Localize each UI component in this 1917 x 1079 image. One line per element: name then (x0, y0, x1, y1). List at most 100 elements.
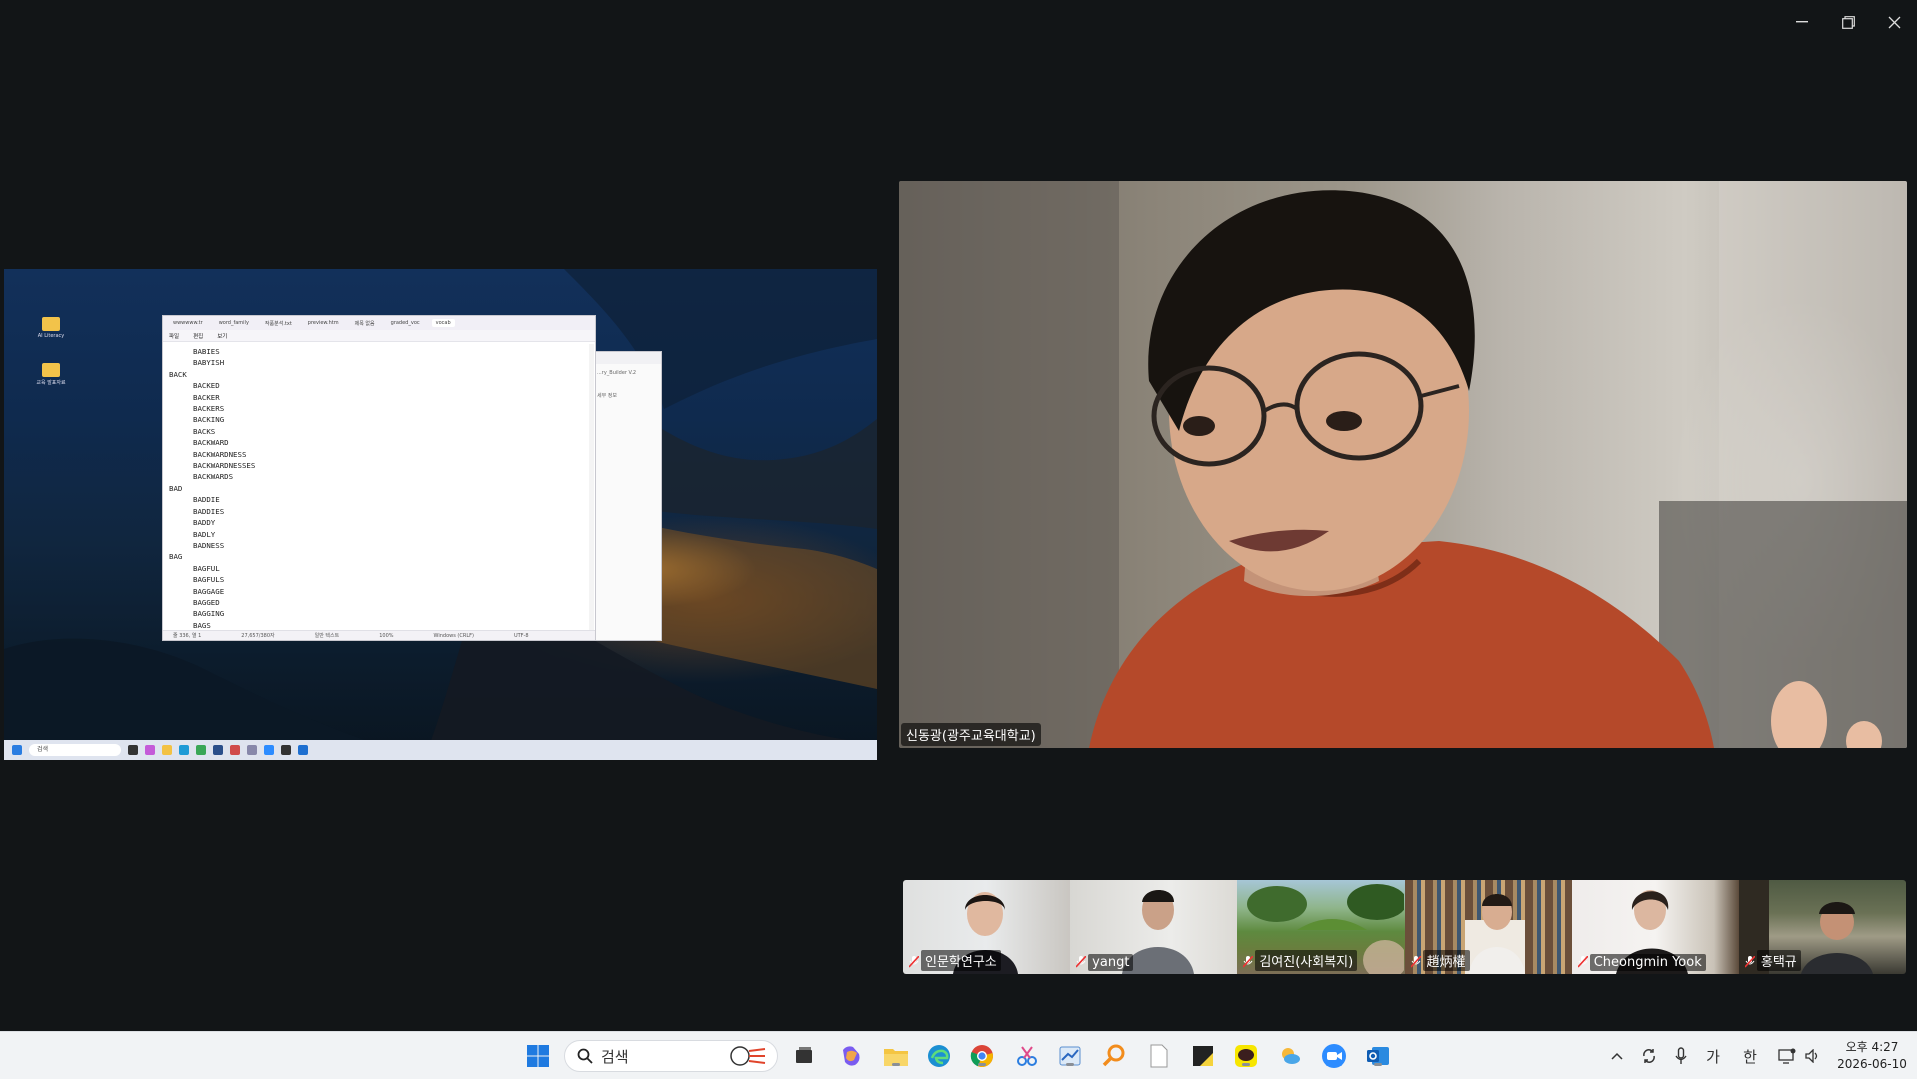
notepad-statusbar: 줄 336, 열 1 27,657/380자 일반 텍스트 100% Windo… (163, 630, 595, 640)
notepad-line: BACKING (193, 415, 225, 425)
participant-tile[interactable]: yangt (1070, 880, 1238, 974)
kakaotalk-button[interactable] (1232, 1042, 1260, 1070)
background-window[interactable]: ...ry_Builder V.2 세부 정보 (592, 351, 662, 641)
notepad-line: BABIES (193, 347, 220, 356)
notepad-tab[interactable]: 제목 없음 (351, 319, 379, 328)
muted-mic-icon (1744, 956, 1755, 968)
zoom-button[interactable] (1320, 1042, 1348, 1070)
taskbar-search-box[interactable]: 검색 (564, 1040, 778, 1072)
task-view-icon (128, 745, 138, 755)
notepad-line: BAGFUL (193, 563, 220, 573)
copilot-icon (843, 1046, 860, 1066)
window-title: ...ry_Builder V.2 (597, 370, 637, 376)
start-button[interactable] (524, 1042, 552, 1070)
notepad-text-area[interactable]: BABIES BABYISH BACK BACKED BACKER BACKERS BACK… (163, 344, 587, 630)
outlook-button[interactable] (1364, 1042, 1392, 1070)
blank-document-icon (1150, 1044, 1168, 1068)
copilot-icon (145, 745, 155, 755)
menu-edit[interactable]: 편집 (193, 332, 203, 340)
file-explorer-button[interactable] (882, 1042, 910, 1070)
notepad-tab[interactable]: graded_voc (387, 319, 424, 327)
network-button[interactable] (1774, 1032, 1800, 1079)
windows-taskbar: 검색 가 한 오후 4:27 2026-06-10 (0, 1031, 1917, 1079)
magnifier-app-icon (1102, 1044, 1125, 1067)
ime-mode-button[interactable]: 가 (1700, 1032, 1726, 1079)
volume-button[interactable] (1800, 1032, 1826, 1079)
chrome-button[interactable] (968, 1042, 996, 1070)
notepad-line: BACKWARDNESS (193, 449, 247, 459)
notepad-tab[interactable]: wwwwww.tr (169, 319, 207, 327)
notepad-line: BACKERS (193, 404, 225, 414)
participant-tile[interactable]: 趙炳權 (1404, 880, 1572, 974)
microphone-button[interactable] (1668, 1032, 1694, 1079)
menu-view[interactable]: 보기 (217, 332, 227, 340)
chevron-up-icon (1611, 1052, 1623, 1060)
ime-language-button[interactable]: 한 (1737, 1032, 1763, 1079)
notepad-line: BADDIE (193, 495, 220, 505)
running-indicator (1374, 1063, 1382, 1066)
running-indicator (978, 1063, 986, 1066)
app-icon (281, 745, 291, 755)
notepad-line: BADDIES (193, 506, 225, 516)
participant-name: 홍택규 (1756, 950, 1801, 971)
notepad-line: BACKS (193, 426, 216, 436)
shared-screen[interactable]: AI Literacy 교육 발표자료 ...ry_Builder V.2 세부… (4, 269, 877, 760)
participant-tile[interactable]: 인문학연구소 (903, 880, 1071, 974)
window-titlebar (593, 352, 661, 364)
search-app-button[interactable] (1100, 1042, 1128, 1070)
muted-mic-icon (1577, 956, 1588, 968)
tray-overflow-button[interactable] (1604, 1032, 1630, 1079)
notepad-line: BAGGAGE (193, 586, 225, 596)
edge-button[interactable] (925, 1042, 953, 1070)
running-indicator (1326, 1063, 1342, 1066)
participant-tile[interactable]: Cheongmin Yook (1571, 880, 1739, 974)
edge-icon (928, 1045, 950, 1067)
participant-tile[interactable]: 김여진(사회복지) (1237, 880, 1405, 974)
active-speaker-video[interactable]: 신동광(광주교육대학교) (899, 181, 1907, 748)
running-indicator (1242, 1063, 1250, 1066)
sticky-notes-button[interactable] (1189, 1042, 1217, 1070)
task-view-button[interactable] (790, 1042, 818, 1070)
copilot-button[interactable] (837, 1042, 865, 1070)
desktop-icon-ai-literacy[interactable]: AI Literacy (38, 317, 64, 347)
notepad-line: BADLY (193, 529, 216, 539)
sync-button[interactable] (1636, 1032, 1662, 1079)
speaker-video-frame (899, 181, 1907, 748)
notepad-line: BAGS (193, 620, 211, 630)
notepad-scrollbar[interactable] (589, 344, 594, 630)
notepad-line: BACKWARDS (193, 472, 234, 482)
notepad-tab[interactable]: 작품분석.txt (261, 319, 296, 328)
notepad-window[interactable]: wwwwww.tr word_family 작품분석.txt preview.h… (162, 315, 596, 641)
notepad-menubar: 파일 편집 보기 (163, 330, 595, 342)
notepad-tab[interactable]: preview.htm (304, 319, 343, 327)
windows-start-icon (527, 1045, 549, 1067)
muted-mic-icon (909, 956, 919, 968)
notepad-line: BADNESS (193, 540, 225, 550)
search-icon (577, 1048, 593, 1064)
participant-strip: 인문학연구소 yangt 김여진(사회복지) 趙炳權 Cheongmin Yoo… (903, 880, 1906, 974)
restore-button[interactable] (1828, 8, 1868, 36)
notepad-line: BAD (169, 483, 183, 493)
app-icon (213, 745, 223, 755)
notepad-tabbar: wwwwww.tr word_family 작품분석.txt preview.h… (163, 316, 595, 330)
notepad-line: BAG (169, 552, 183, 562)
muted-mic-icon (1243, 956, 1254, 968)
weather-app-button[interactable] (1276, 1042, 1304, 1070)
blank-doc-button[interactable] (1145, 1042, 1173, 1070)
snipping-tool-button[interactable] (1013, 1042, 1041, 1070)
weather-icon (1282, 1048, 1300, 1064)
browser-app-button[interactable] (1056, 1042, 1084, 1070)
close-button[interactable] (1874, 8, 1914, 36)
folder-icon (42, 363, 60, 377)
network-monitor-icon (1778, 1048, 1796, 1064)
notepad-tab[interactable]: word_family (215, 319, 253, 327)
participant-tile[interactable]: 홍택규 (1738, 880, 1906, 974)
menu-file[interactable]: 파일 (169, 332, 179, 340)
muted-mic-icon (1076, 956, 1087, 968)
minimize-button[interactable] (1782, 8, 1822, 36)
notepad-tab-active[interactable]: vocab (431, 319, 455, 327)
desktop-icon-presentation[interactable]: 교육 발표자료 (36, 363, 66, 393)
notepad-line: BACKER (193, 392, 220, 402)
taskbar-clock[interactable]: 오후 4:27 2026-06-10 (1832, 1039, 1912, 1073)
close-icon (1888, 16, 1900, 28)
